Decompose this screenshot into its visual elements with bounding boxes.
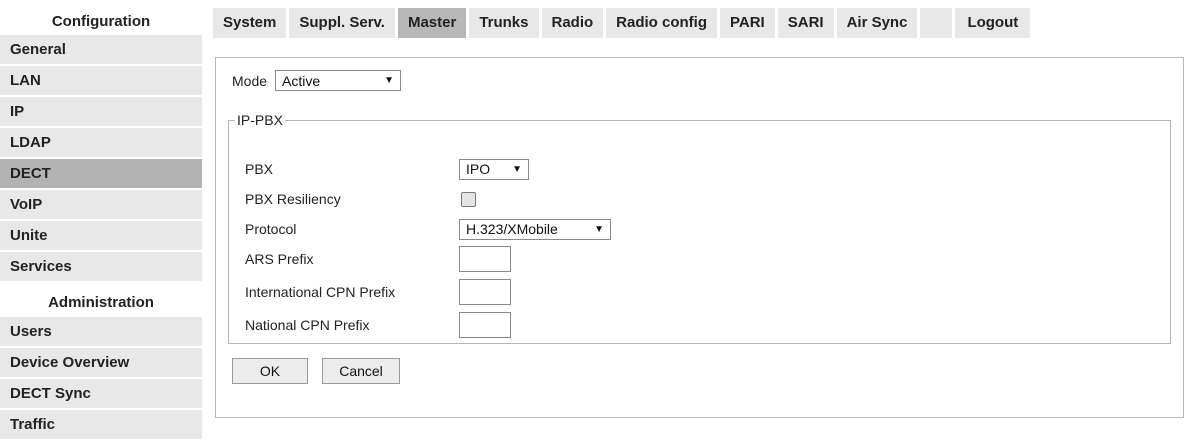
ars-prefix-row: ARS Prefix <box>245 246 511 272</box>
sidebar-item-ldap[interactable]: LDAP <box>0 128 202 159</box>
sidebar-item-users[interactable]: Users <box>0 317 202 348</box>
pbx-resiliency-row: PBX Resiliency <box>245 186 476 212</box>
pbx-resiliency-checkbox[interactable] <box>461 191 476 207</box>
tab-radio-config[interactable]: Radio config <box>606 8 717 38</box>
international-cpn-prefix-label: International CPN Prefix <box>245 284 396 300</box>
ip-pbx-fieldset: IP-PBX PBX IPO ▼ PBX Resiliency Protocol… <box>228 112 1171 344</box>
logout-button[interactable]: Logout <box>955 8 1031 38</box>
chevron-down-icon: ▼ <box>384 75 395 86</box>
national-cpn-prefix-label: National CPN Prefix <box>245 317 370 333</box>
protocol-select-value: H.323/XMobile <box>466 221 558 237</box>
sidebar-item-services[interactable]: Services <box>0 252 202 283</box>
pbx-row: PBX IPO ▼ <box>245 156 529 182</box>
tab-master[interactable]: Master <box>397 8 467 38</box>
pbx-label: PBX <box>245 161 274 177</box>
ars-prefix-label: ARS Prefix <box>245 251 314 267</box>
pbx-select[interactable]: IPO ▼ <box>459 158 529 180</box>
protocol-label: Protocol <box>245 221 297 237</box>
protocol-row: Protocol H.323/XMobile ▼ <box>245 216 611 242</box>
tab-system[interactable]: System <box>213 8 287 38</box>
tab-sari[interactable]: SARI <box>777 8 834 38</box>
sidebar-item-traffic[interactable]: Traffic <box>0 410 202 441</box>
tab-radio[interactable]: Radio <box>541 8 604 38</box>
sidebar-item-unite[interactable]: Unite <box>0 221 202 252</box>
national-cpn-prefix-row: National CPN Prefix <box>245 312 511 338</box>
ok-button[interactable]: OK <box>232 358 308 384</box>
international-cpn-prefix-input[interactable] <box>459 279 511 305</box>
mode-select-value: Active <box>282 72 321 89</box>
sidebar-item-lan[interactable]: LAN <box>0 66 202 97</box>
tab-spacer <box>920 8 953 38</box>
pbx-select-value: IPO <box>466 161 491 177</box>
mode-row: Mode Active ▼ <box>232 70 402 91</box>
chevron-down-icon: ▼ <box>594 223 604 235</box>
pbx-resiliency-label: PBX Resiliency <box>245 191 341 207</box>
top-nav: System Suppl. Serv. Master Trunks Radio … <box>213 8 1031 38</box>
sidebar-item-ip[interactable]: IP <box>0 97 202 128</box>
chevron-down-icon: ▼ <box>512 163 522 175</box>
administration-heading: Administration <box>0 289 202 317</box>
sidebar-item-dect[interactable]: DECT <box>0 159 202 190</box>
cancel-button[interactable]: Cancel <box>322 358 400 384</box>
sidebar: Configuration General LAN IP LDAP DECT V… <box>0 8 202 441</box>
sidebar-item-general[interactable]: General <box>0 35 202 66</box>
master-settings-panel: Mode Active ▼ IP-PBX PBX IPO ▼ PBX Resil… <box>215 57 1184 418</box>
tab-pari[interactable]: PARI <box>720 8 775 38</box>
tab-suppl-serv[interactable]: Suppl. Serv. <box>289 8 395 38</box>
tab-air-sync[interactable]: Air Sync <box>836 8 918 38</box>
ars-prefix-input[interactable] <box>459 246 511 272</box>
international-cpn-prefix-row: International CPN Prefix <box>245 279 511 305</box>
mode-label: Mode <box>232 72 268 89</box>
sidebar-item-dect-sync[interactable]: DECT Sync <box>0 379 202 410</box>
configuration-heading: Configuration <box>0 8 202 35</box>
sidebar-item-device-overview[interactable]: Device Overview <box>0 348 202 379</box>
protocol-select[interactable]: H.323/XMobile ▼ <box>459 218 611 240</box>
sidebar-item-voip[interactable]: VoIP <box>0 190 202 221</box>
national-cpn-prefix-input[interactable] <box>459 312 511 338</box>
ip-pbx-legend: IP-PBX <box>237 112 283 128</box>
tab-trunks[interactable]: Trunks <box>469 8 539 38</box>
mode-select[interactable]: Active ▼ <box>275 70 402 91</box>
form-buttons: OK Cancel <box>232 358 414 384</box>
